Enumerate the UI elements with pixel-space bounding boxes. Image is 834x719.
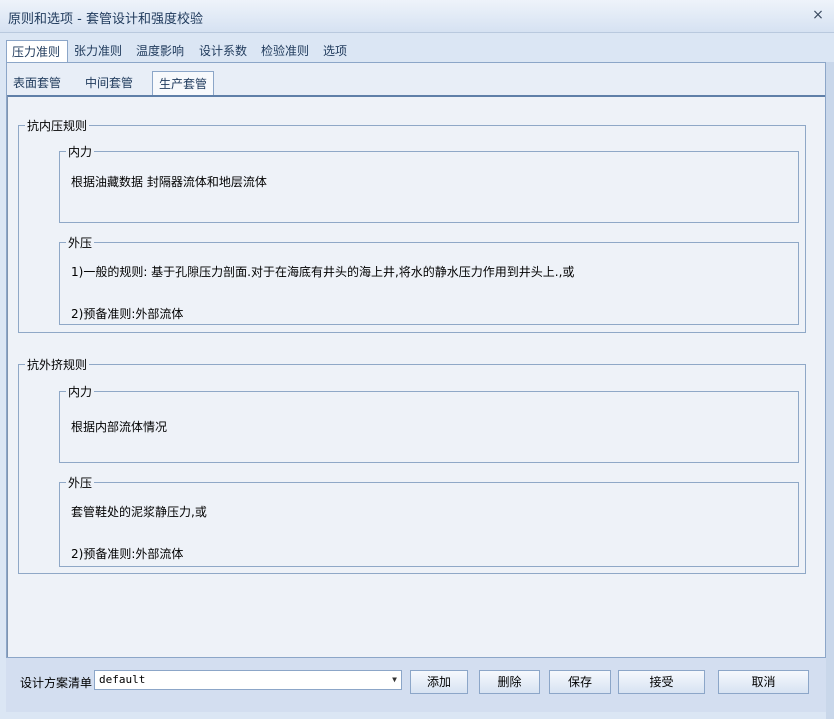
tab-check-criteria[interactable]: 检验准则	[256, 40, 318, 62]
burst-internal-title: 内力	[68, 145, 93, 159]
tab-production-casing[interactable]: 生产套管	[152, 71, 214, 96]
dialog-window: 原则和选项 - 套管设计和强度校验 × 压力准则 张力准则 温度影响 设计系数 …	[0, 0, 834, 719]
burst-external-text-2: 2)预备准则:外部流体	[71, 307, 184, 321]
tab-temperature-effect[interactable]: 温度影响	[131, 40, 193, 62]
casing-tab-panel: 抗内压规则 内力 根据油藏数据 封隔器流体和地层流体 外压 1)一般的规则: 基…	[7, 95, 825, 657]
save-button[interactable]: 保存	[549, 670, 611, 694]
collapse-external-text-2: 2)预备准则:外部流体	[71, 547, 184, 561]
burst-external-text-1: 1)一般的规则: 基于孔隙压力剖面.对于在海底有井头的海上井,将水的静水压力作用…	[71, 265, 575, 279]
tab-surface-casing[interactable]: 表面套管	[7, 71, 77, 95]
tab-design-factors[interactable]: 设计系数	[194, 40, 256, 62]
chevron-down-icon[interactable]: ▼	[392, 671, 397, 689]
collapse-external-text-1: 套管鞋处的泥浆静压力,或	[71, 505, 207, 519]
burst-internal-text: 根据油藏数据 封隔器流体和地层流体	[71, 175, 267, 189]
design-plan-combo[interactable]: default ▼	[94, 670, 402, 690]
close-icon[interactable]: ×	[810, 7, 826, 23]
right-edge	[826, 62, 834, 719]
tab-tension-criteria[interactable]: 张力准则	[69, 40, 131, 62]
collapse-internal-title: 内力	[68, 385, 93, 399]
title-bar: 原则和选项 - 套管设计和强度校验 ×	[0, 0, 834, 33]
collapse-internal-group: 内力	[59, 383, 799, 463]
burst-rules-title: 抗内压规则	[27, 119, 88, 133]
collapse-rules-title: 抗外挤规则	[27, 358, 88, 372]
main-tab-panel: 表面套管 中间套管 生产套管 抗内压规则 内力 根据油藏数据 封隔器流体和地层流…	[6, 62, 826, 658]
burst-external-title: 外压	[68, 236, 93, 250]
design-plan-label: 设计方案清单	[20, 676, 93, 690]
bottom-bar: 设计方案清单 default ▼ 添加 删除 保存 接受 取消	[6, 658, 826, 712]
delete-button[interactable]: 删除	[479, 670, 540, 694]
tab-options[interactable]: 选项	[318, 40, 358, 62]
collapse-external-title: 外压	[68, 476, 93, 490]
design-plan-value: default	[99, 673, 146, 686]
accept-button[interactable]: 接受	[618, 670, 705, 694]
collapse-internal-text: 根据内部流体情况	[71, 420, 168, 434]
window-title: 原则和选项 - 套管设计和强度校验	[8, 12, 203, 27]
tab-intermediate-casing[interactable]: 中间套管	[79, 71, 149, 95]
tab-pressure-criteria[interactable]: 压力准则	[6, 40, 68, 63]
cancel-button[interactable]: 取消	[718, 670, 809, 694]
add-button[interactable]: 添加	[410, 670, 468, 694]
